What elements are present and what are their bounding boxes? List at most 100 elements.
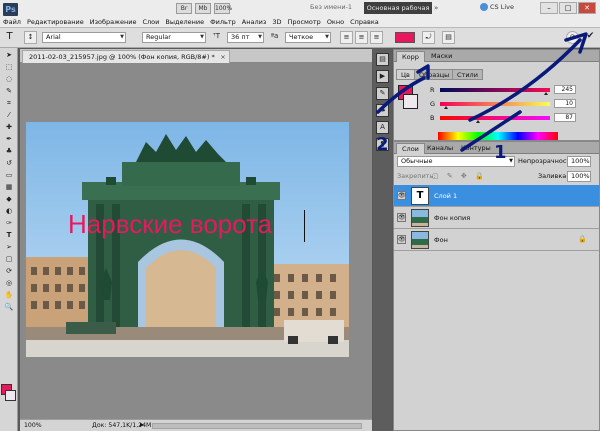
- menu-layers[interactable]: Слои: [139, 17, 162, 28]
- cs-live-button[interactable]: CS Live: [480, 3, 514, 11]
- paragraph-panel-icon[interactable]: ¶: [376, 138, 389, 151]
- menu-view[interactable]: Просмотр: [284, 17, 323, 28]
- marquee-tool-icon[interactable]: ⬚: [2, 62, 16, 72]
- document-tab[interactable]: 2011-02-03_215957.jpg @ 100% (Фон копия,…: [22, 50, 230, 63]
- eyedropper-tool-icon[interactable]: ⁄: [2, 110, 16, 120]
- dodge-tool-icon[interactable]: ◐: [2, 206, 16, 216]
- shape-tool-icon[interactable]: ▢: [2, 254, 16, 264]
- zoom-tool-icon[interactable]: 🔍: [2, 302, 16, 312]
- panel-background-swatch[interactable]: [403, 94, 418, 109]
- tab-layers[interactable]: Слои: [396, 143, 425, 154]
- clone-panel-icon[interactable]: ♣: [376, 104, 389, 117]
- menu-3d[interactable]: 3D: [269, 17, 284, 28]
- layer-row-background-copy[interactable]: 👁 Фон копия: [394, 207, 599, 229]
- red-value[interactable]: 245: [554, 85, 576, 94]
- color-spectrum[interactable]: [438, 132, 558, 140]
- menu-analysis[interactable]: Анализ: [239, 17, 270, 28]
- menu-filter[interactable]: Фильтр: [207, 17, 239, 28]
- 3d-orbit-icon[interactable]: ◎: [2, 278, 16, 288]
- layer-row-background[interactable]: 👁 Фон 🔒: [394, 229, 599, 251]
- tab-adjustments[interactable]: Корр: [396, 51, 425, 62]
- warp-text-icon[interactable]: ⤾: [422, 31, 435, 44]
- red-knob[interactable]: [544, 92, 548, 95]
- path-select-icon[interactable]: ➢: [2, 242, 16, 252]
- align-left-icon[interactable]: ≡: [340, 31, 353, 44]
- maximize-button[interactable]: □: [559, 2, 577, 14]
- fill-input[interactable]: 100%: [567, 171, 591, 182]
- crop-tool-icon[interactable]: ⌗: [2, 98, 16, 108]
- history-brush-icon[interactable]: ↺: [2, 158, 16, 168]
- blur-tool-icon[interactable]: ◆: [2, 194, 16, 204]
- tab-swatches[interactable]: Образцы: [414, 69, 455, 80]
- cancel-edit-icon[interactable]: ⊘: [566, 31, 579, 44]
- red-gradient[interactable]: [440, 88, 550, 92]
- font-style-select[interactable]: Regular ▼: [142, 32, 206, 43]
- blue-knob[interactable]: [476, 120, 480, 123]
- workspace-switcher[interactable]: Основная рабочая среда: [364, 2, 432, 24]
- text-color-swatch[interactable]: [395, 32, 415, 43]
- type-tool-icon[interactable]: T: [2, 230, 16, 240]
- move-tool-icon[interactable]: ➤: [2, 50, 16, 60]
- tab-channels[interactable]: Каналы: [422, 143, 458, 154]
- blend-mode-select[interactable]: Обычные ▼: [397, 156, 515, 167]
- green-knob[interactable]: [444, 106, 448, 109]
- menu-select[interactable]: Выделение: [162, 17, 207, 28]
- minimize-button[interactable]: –: [540, 2, 558, 14]
- eraser-tool-icon[interactable]: ▭: [2, 170, 16, 180]
- blue-gradient[interactable]: [440, 116, 550, 120]
- lasso-tool-icon[interactable]: ◌: [2, 74, 16, 84]
- actions-panel-icon[interactable]: ▶: [376, 70, 389, 83]
- stamp-tool-icon[interactable]: ♣: [2, 146, 16, 156]
- visibility-eye-icon[interactable]: 👁: [397, 213, 406, 222]
- bridge-icon[interactable]: Br: [176, 3, 192, 14]
- align-right-icon[interactable]: ≡: [370, 31, 383, 44]
- hand-tool-icon[interactable]: ✋: [2, 290, 16, 300]
- character-panel-icon[interactable]: A: [376, 121, 389, 134]
- tab-color[interactable]: Цв: [396, 69, 415, 80]
- visibility-eye-icon[interactable]: 👁: [397, 235, 406, 244]
- history-panel-icon[interactable]: ▤: [376, 53, 389, 66]
- close-button[interactable]: ✕: [578, 2, 596, 14]
- type-tool-icon[interactable]: T: [3, 31, 16, 44]
- green-value[interactable]: 10: [554, 99, 576, 108]
- blue-slider[interactable]: B 87: [430, 113, 600, 123]
- canvas-image[interactable]: Нарвские ворота: [26, 122, 349, 357]
- tab-paths[interactable]: Контуры: [456, 143, 496, 154]
- brush-panel-icon[interactable]: ✎: [376, 87, 389, 100]
- menu-window[interactable]: Окно: [324, 17, 347, 28]
- character-panel-icon[interactable]: ▤: [442, 31, 455, 44]
- status-menu-icon[interactable]: ▶: [140, 420, 144, 431]
- workspace-more-icon[interactable]: »: [434, 4, 438, 12]
- pen-tool-icon[interactable]: ✑: [2, 218, 16, 228]
- tab-masks[interactable]: Маски: [426, 51, 457, 62]
- green-gradient[interactable]: [440, 102, 550, 106]
- tab-styles[interactable]: Стили: [452, 69, 483, 80]
- minibridge-icon[interactable]: Mb: [195, 3, 211, 14]
- background-color-swatch[interactable]: [5, 390, 16, 401]
- green-slider[interactable]: G 10: [430, 99, 600, 109]
- layer-name[interactable]: Слой 1: [434, 185, 457, 207]
- menu-edit[interactable]: Редактирование: [24, 17, 87, 28]
- antialias-select[interactable]: Четкое ▼: [285, 32, 331, 43]
- 3d-rotate-icon[interactable]: ⟳: [2, 266, 16, 276]
- menu-image[interactable]: Изображение: [87, 17, 140, 28]
- opacity-input[interactable]: 100%: [567, 156, 591, 167]
- text-orientation-icon[interactable]: ↕: [24, 31, 37, 44]
- brush-tool-icon[interactable]: ✒: [2, 134, 16, 144]
- zoom-level-icon[interactable]: 100%: [214, 3, 232, 14]
- visibility-eye-icon[interactable]: 👁: [397, 191, 406, 200]
- gradient-tool-icon[interactable]: ▦: [2, 182, 16, 192]
- font-size-select[interactable]: 36 пт ▼: [227, 32, 264, 43]
- align-center-icon[interactable]: ≡: [355, 31, 368, 44]
- menu-file[interactable]: Файл: [0, 17, 24, 28]
- font-family-select[interactable]: Arial ▼: [42, 32, 126, 43]
- close-tab-icon[interactable]: ×: [220, 51, 225, 63]
- blue-value[interactable]: 87: [554, 113, 576, 122]
- overlay-text[interactable]: Нарвские ворота: [68, 209, 272, 240]
- layer-name[interactable]: Фон копия: [434, 207, 470, 229]
- horizontal-scrollbar[interactable]: [152, 423, 362, 429]
- quick-select-tool-icon[interactable]: ✎: [2, 86, 16, 96]
- commit-edit-icon[interactable]: ✔: [584, 31, 597, 44]
- menu-help[interactable]: Справка: [347, 17, 382, 28]
- layer-name[interactable]: Фон: [434, 229, 448, 251]
